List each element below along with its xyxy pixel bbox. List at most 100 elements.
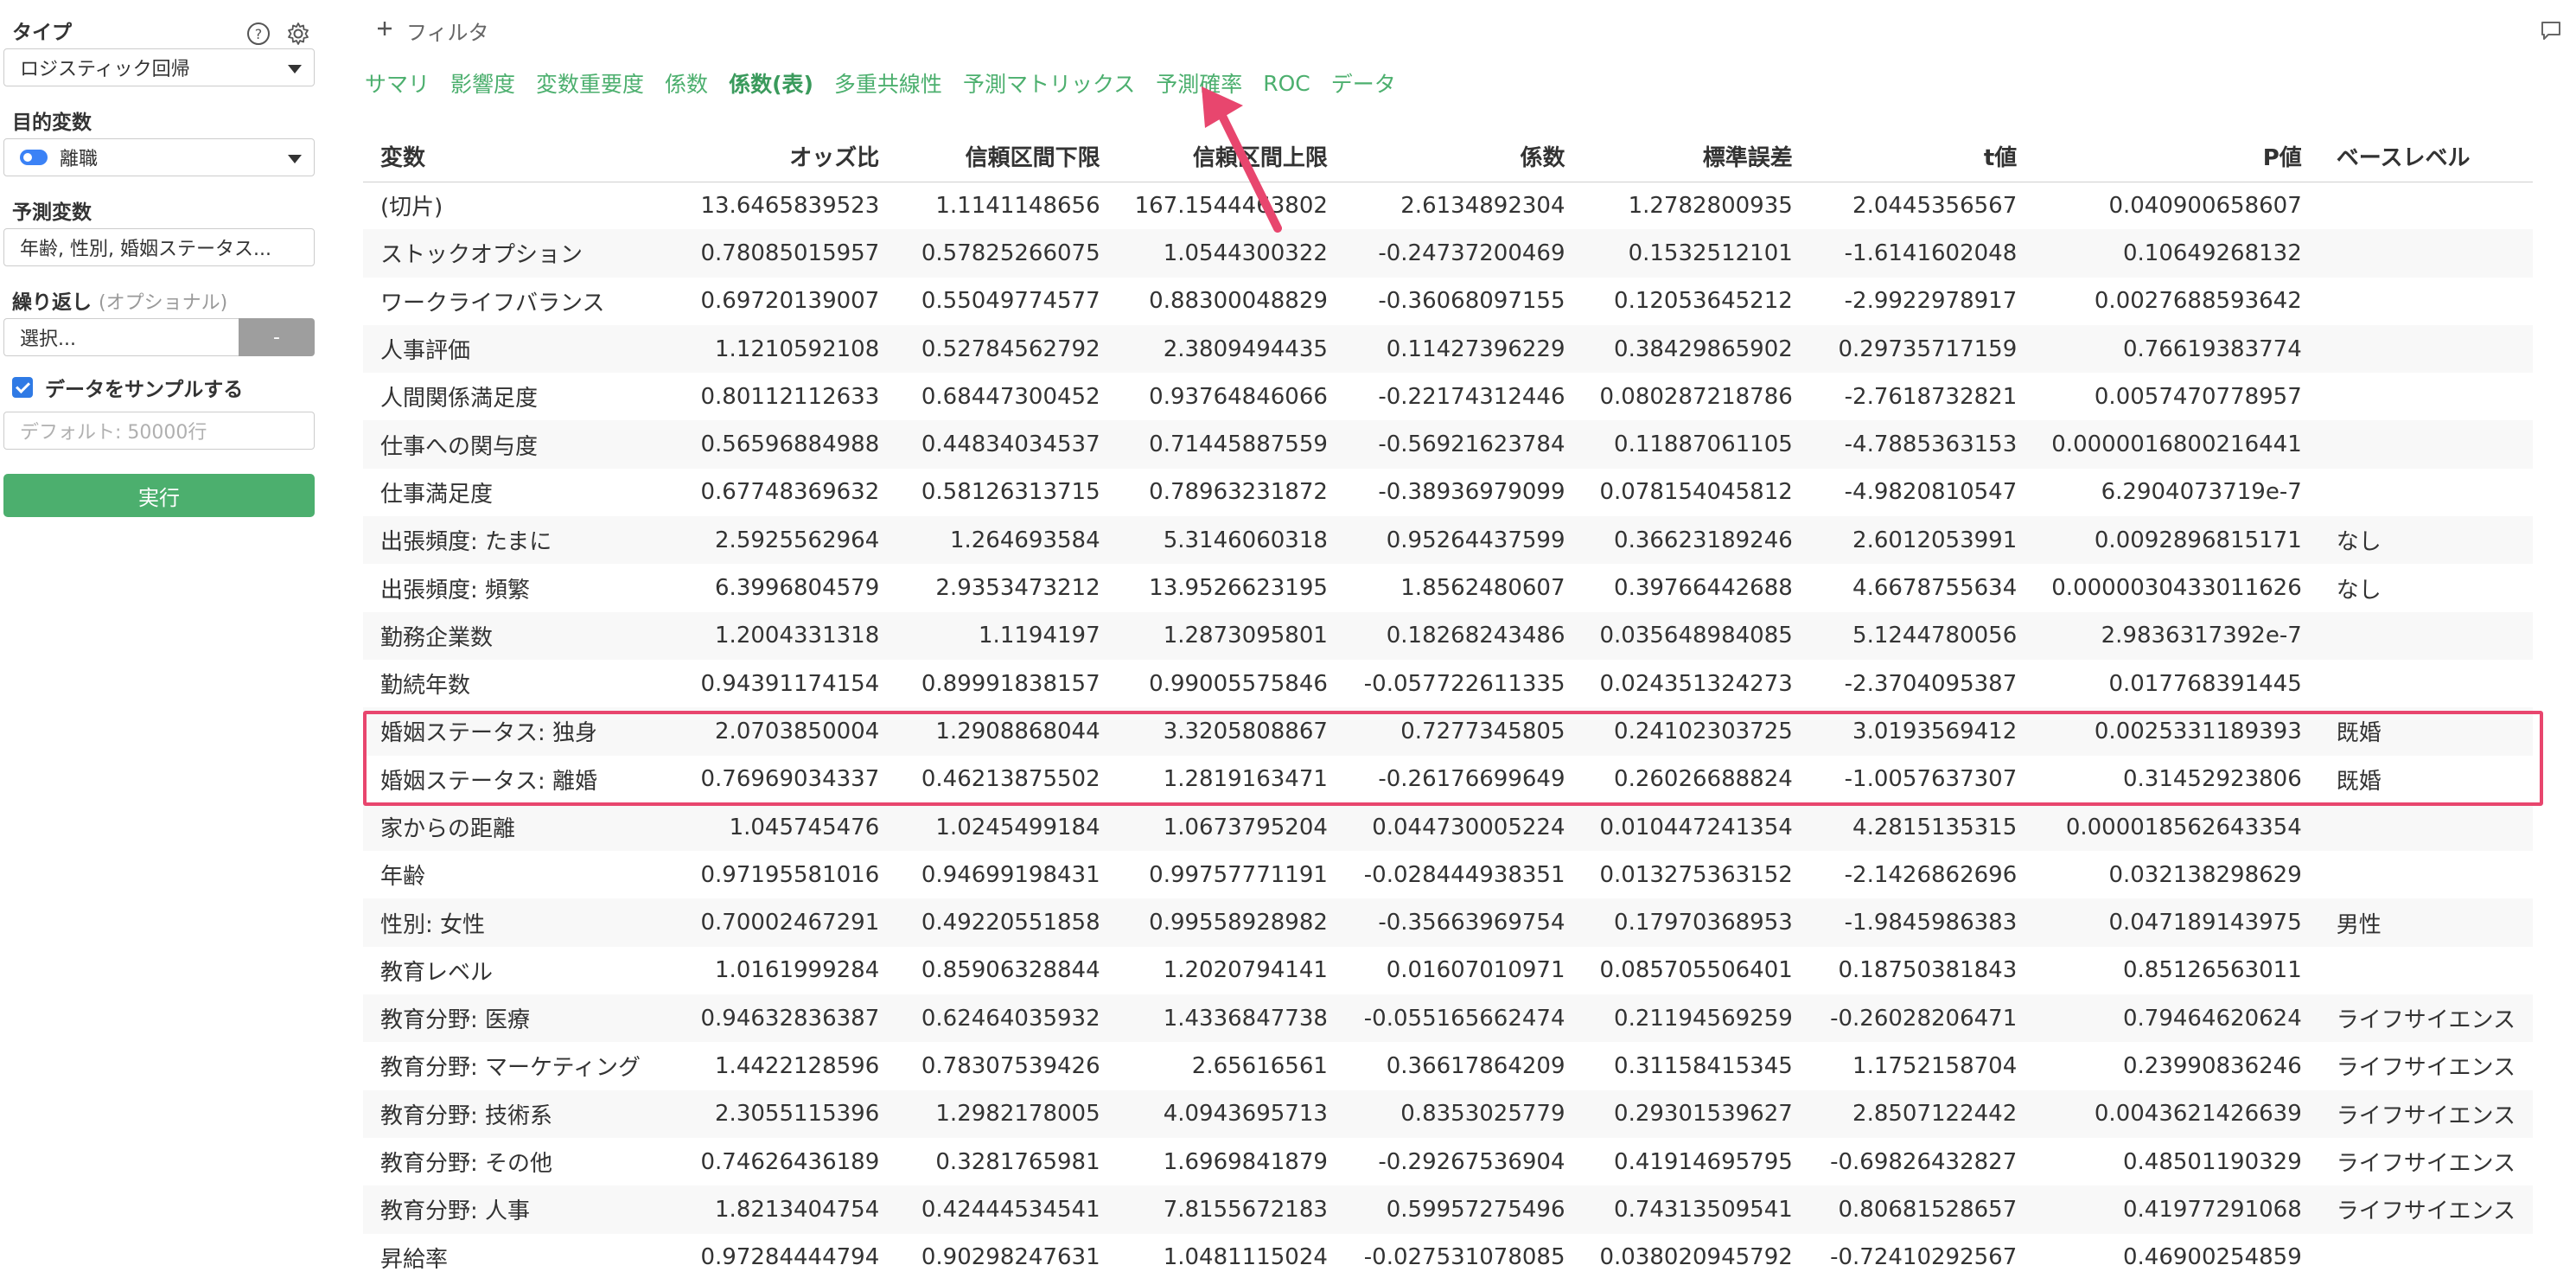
table-cell: 0.0000016800216441: [2034, 420, 2319, 469]
table-cell: 0.0027688593642: [2094, 288, 2302, 315]
table-cell: -0.38936979099: [1378, 479, 1565, 506]
table-cell: 0.79464620624: [2034, 994, 2319, 1043]
add-filter-button[interactable]: フィルタ: [375, 16, 489, 46]
tab-4[interactable]: 係数(表): [727, 67, 813, 99]
table-cell: 1.2908868044: [896, 707, 1118, 756]
target-select-value: 離職: [60, 149, 99, 170]
table-cell: 1.2819163471: [1163, 766, 1328, 793]
table-cell: 0.085705506401: [1599, 957, 1793, 984]
table-cell: -2.9922978917: [1844, 288, 2018, 315]
tab-8[interactable]: ROC: [1261, 71, 1310, 96]
table-cell: 教育分野: 医療: [363, 994, 682, 1043]
table-cell: -2.1426862696: [1844, 861, 2018, 888]
table-cell: 1.2020794141: [1163, 957, 1328, 984]
question-circle-icon[interactable]: ?: [245, 21, 271, 47]
table-cell: 0.94391174154: [700, 670, 880, 697]
table-header-row: 変数 オッズ比 信頼区間下限 信頼区間上限 係数 標準誤差 t値 P値 ベースレベル: [363, 131, 2533, 182]
table-row: 家からの距離 1.045745476 1.0245499184 1.067379520…: [363, 802, 2533, 852]
table-cell: 婚姻ステータス: 離婚: [380, 768, 598, 795]
target-select[interactable]: 離職: [3, 138, 315, 176]
table-cell: [2319, 1234, 2533, 1278]
table-row: ワークライフバランス 0.69720139007 0.55049774577 0.88…: [363, 278, 2533, 325]
tab-3[interactable]: 係数: [663, 67, 708, 99]
table-cell: 0.040900658607: [2108, 192, 2302, 219]
tab-2[interactable]: 変数重要度: [534, 67, 644, 99]
table-cell: [2319, 947, 2533, 994]
table-cell: 0.76619383774: [2034, 324, 2319, 374]
table-row: 教育分野: マーケティング 1.4422128596 0.78307539426 2.…: [363, 1042, 2533, 1089]
table-cell: 0.017768391445: [2108, 670, 2302, 697]
table-cell: -2.3704095387: [1844, 670, 2018, 697]
table-cell: 0.62464035932: [896, 994, 1118, 1043]
sample-checkbox-row[interactable]: データをサンプルする: [12, 372, 320, 403]
column-header-4[interactable]: 係数: [1344, 131, 1583, 182]
sample-checkbox[interactable]: [12, 377, 33, 398]
table-cell: -0.72410292567: [1830, 1244, 2018, 1271]
predictor-input[interactable]: 年齢, 性別, 婚姻ステータス...: [3, 228, 315, 266]
table-cell: 0.67748369632: [700, 479, 880, 506]
column-header-0[interactable]: 変数: [363, 131, 682, 182]
tab-5[interactable]: 多重共線性: [832, 67, 942, 99]
table-cell: 6.3996804579: [715, 575, 880, 602]
tab-1[interactable]: 影響度: [449, 67, 515, 99]
table-cell: 1.4336847738: [1117, 994, 1345, 1043]
repeat-select[interactable]: 選択...: [3, 318, 239, 356]
tab-7[interactable]: 予測確率: [1154, 67, 1242, 99]
table-cell: -0.027531078085: [1363, 1244, 1565, 1271]
table-cell: 仕事満足度: [380, 481, 494, 508]
table-cell: 0.29301539627: [1582, 1089, 1810, 1138]
sample-label: データをサンプルする: [45, 379, 244, 401]
table-cell: 0.46900254859: [2122, 1244, 2302, 1271]
tab-0[interactable]: サマリ: [363, 67, 430, 99]
coefficient-table: 変数 オッズ比 信頼区間下限 信頼区間上限 係数 標準誤差 t値 P値 ベースレベル (切片) 1…: [363, 131, 2533, 1278]
sample-size-input[interactable]: デフォルト: 50000行: [3, 412, 315, 450]
column-header-6[interactable]: t値: [1809, 131, 2035, 182]
table-cell: 1.0481115024: [1163, 1244, 1328, 1271]
table-cell: -0.22174312446: [1378, 383, 1565, 410]
comment-icon[interactable]: [2538, 17, 2564, 43]
table-cell: -0.36068097155: [1378, 288, 1565, 315]
table-row: (切片) 13.6465839523 1.1141148656 167.1544463…: [363, 182, 2533, 229]
tab-6[interactable]: 予測マトリックス: [961, 67, 1135, 99]
column-header-3[interactable]: 信頼区間上限: [1117, 131, 1345, 182]
table-cell: ワークライフバランス: [380, 290, 605, 316]
type-select[interactable]: ロジスティック回帰: [3, 48, 315, 86]
run-button[interactable]: 実行: [3, 474, 315, 517]
table-cell: [2319, 373, 2533, 420]
column-header-7[interactable]: P値: [2034, 131, 2319, 182]
table-cell: 1.4422128596: [715, 1052, 880, 1079]
table-cell: 0.57825266075: [896, 229, 1118, 278]
target-label: 目的変数: [12, 112, 92, 134]
table-cell: 0.36617864209: [1386, 1052, 1565, 1079]
repeat-remove-button[interactable]: -: [239, 318, 315, 356]
table-cell: (切片): [380, 195, 443, 221]
table-cell: 0.49220551858: [896, 898, 1118, 947]
table-cell: 2.0445356567: [1852, 192, 2018, 219]
table-cell: 2.8507122442: [1809, 1089, 2035, 1138]
table-cell: 0.48501190329: [2122, 1148, 2302, 1175]
tab-9[interactable]: データ: [1329, 67, 1396, 99]
column-header-5[interactable]: 標準誤差: [1582, 131, 1810, 182]
table-row: 婚姻ステータス: 独身 2.0703850004 1.2908868044 3.320…: [363, 707, 2533, 756]
table-cell: 0.80112112633: [700, 383, 880, 410]
column-header-2[interactable]: 信頼区間下限: [896, 131, 1118, 182]
column-header-1[interactable]: オッズ比: [681, 131, 897, 182]
table-cell: 0.44834034537: [896, 420, 1118, 469]
column-header-8[interactable]: ベースレベル: [2318, 131, 2533, 182]
table-cell: 0.46213875502: [921, 766, 1100, 793]
table-cell: [2318, 229, 2533, 278]
table-cell: 0.11427396229: [1344, 324, 1583, 374]
sidebar: タイプ ? ロジスティック回帰 目的変数 離職 予測変数 年齢, 性別, 婚姻ス…: [0, 0, 320, 1278]
table-cell: -2.7618732821: [1844, 383, 2018, 410]
table-cell: 0.76969034337: [700, 766, 880, 793]
svg-text:?: ?: [255, 26, 263, 42]
gear-icon[interactable]: [285, 21, 311, 47]
table-cell: 3.0193569412: [1809, 707, 2035, 756]
table-cell: 0.044730005224: [1344, 802, 1583, 852]
table-cell: 1.1194197: [896, 611, 1118, 660]
table-cell: 2.65616561: [1191, 1052, 1328, 1079]
table-cell: [2319, 182, 2533, 229]
table-cell: 0.39766442688: [1614, 575, 1793, 602]
table-cell: -1.6141602048: [1809, 229, 2035, 278]
table-cell: 0.74313509541: [1582, 1185, 1810, 1234]
